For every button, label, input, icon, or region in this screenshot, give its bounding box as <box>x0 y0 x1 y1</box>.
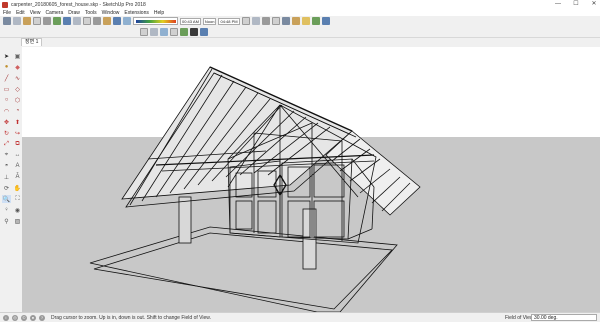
zoom-extents-icon[interactable]: ⛶ <box>13 195 22 203</box>
eraser-icon[interactable] <box>13 17 21 25</box>
title-bar: carpenter_20180605_forest_house.skp - Sk… <box>0 0 600 9</box>
intersect-icon[interactable] <box>251 17 260 25</box>
circle-icon[interactable]: ○ <box>2 96 11 104</box>
offset-tool-icon[interactable]: ⧉ <box>13 140 22 148</box>
model-viewport[interactable] <box>22 47 600 312</box>
protractor-icon[interactable]: ◓ <box>2 162 11 170</box>
rotate-icon[interactable] <box>73 17 81 25</box>
maximize-button[interactable]: ☐ <box>572 0 580 9</box>
tape-measure-icon[interactable] <box>93 17 101 25</box>
offset-icon[interactable] <box>83 17 91 25</box>
warehouse-icon[interactable] <box>291 17 300 25</box>
push-pull-icon[interactable] <box>53 17 61 25</box>
menu-draw[interactable]: Draw <box>68 10 80 16</box>
3d-text-icon[interactable]: Ā <box>13 173 22 181</box>
status-bar: i ◎ © ● ? Drag cursor to zoom. Up is in,… <box>0 312 600 322</box>
menu-help[interactable]: Help <box>154 10 164 16</box>
scale-icon[interactable]: ⤢ <box>2 140 11 148</box>
rectangle-icon[interactable] <box>33 17 41 25</box>
shadows-icon[interactable] <box>123 17 131 25</box>
shadow-time-slider[interactable] <box>133 17 178 25</box>
close-button[interactable]: ✕ <box>590 0 598 9</box>
text-tool-icon[interactable]: A <box>13 162 22 170</box>
union-icon[interactable] <box>261 17 270 25</box>
sandbox-icon[interactable] <box>241 17 250 25</box>
orbit-tool-icon[interactable]: ⟳ <box>2 184 11 192</box>
help-icon[interactable]: ? <box>39 314 45 321</box>
window-title: carpenter_20180605_forest_house.skp - Sk… <box>11 1 146 8</box>
zoom-icon[interactable]: 🔍 <box>2 195 11 203</box>
trim-icon[interactable] <box>281 17 290 25</box>
monochrome-icon[interactable] <box>200 28 208 36</box>
shadow-gradient <box>136 20 176 23</box>
menu-extensions[interactable]: Extensions <box>124 10 148 16</box>
menu-edit[interactable]: Edit <box>16 10 25 16</box>
geo-location-icon[interactable]: ◎ <box>12 314 18 321</box>
orbit-icon[interactable] <box>113 17 121 25</box>
select-tool-icon[interactable] <box>3 17 11 25</box>
dimension-icon[interactable]: ↔ <box>13 151 22 159</box>
rectangle-tool-icon[interactable]: ▭ <box>2 85 11 93</box>
rotated-rectangle-icon[interactable]: ◇ <box>13 85 22 93</box>
house-wireframe-model <box>89 66 421 312</box>
measurements-input[interactable]: 30.00 deg. <box>531 314 597 321</box>
paint-icon[interactable]: ● <box>2 63 11 71</box>
main-toolbar: 00:43 AM Noon 04:48 PM <box>0 16 600 38</box>
menu-window[interactable]: Window <box>102 10 120 16</box>
back-edges-icon[interactable] <box>150 28 158 36</box>
scene-tab[interactable]: 장면 1 <box>21 38 43 46</box>
menu-view[interactable]: View <box>30 10 41 16</box>
walk-icon[interactable]: ⚲ <box>2 217 11 225</box>
extension-manager-icon[interactable] <box>321 17 330 25</box>
move-tool-icon[interactable]: ✥ <box>2 118 11 126</box>
tape-icon[interactable]: ⌖ <box>2 151 11 159</box>
user-icon[interactable]: ● <box>30 314 36 321</box>
axes-icon[interactable]: ⊥ <box>2 173 11 181</box>
sketchup-app-icon <box>2 1 8 8</box>
status-hint: Drag cursor to zoom. Up is in, down is o… <box>51 314 211 321</box>
minimize-button[interactable]: — <box>554 0 562 9</box>
text-icon[interactable] <box>103 17 111 25</box>
move-icon[interactable] <box>63 17 71 25</box>
pie-icon[interactable]: ◔ <box>13 107 22 115</box>
shaded-icon[interactable] <box>180 28 188 36</box>
hidden-line-icon[interactable] <box>170 28 178 36</box>
freehand-icon[interactable]: ∿ <box>13 74 22 82</box>
menu-bar: File Edit View Camera Draw Tools Window … <box>0 9 600 16</box>
subtract-icon[interactable] <box>271 17 280 25</box>
pan-icon[interactable]: ✋ <box>13 184 22 192</box>
polygon-icon[interactable]: ⬡ <box>13 96 22 104</box>
select-arrow-icon[interactable]: ➤ <box>2 52 11 60</box>
make-component-icon[interactable]: ▣ <box>13 52 22 60</box>
section-plane-icon[interactable]: ▨ <box>13 217 22 225</box>
paint-bucket-icon[interactable] <box>23 17 31 25</box>
window-controls: — ☐ ✕ <box>554 0 598 9</box>
shadow-time-start: 00:43 AM <box>180 17 201 25</box>
toolbar-row-1: 00:43 AM Noon 04:48 PM <box>3 17 330 25</box>
extension-warehouse-icon[interactable] <box>301 17 310 25</box>
xray-icon[interactable] <box>140 28 148 36</box>
line-tool-icon[interactable]: ╱ <box>2 74 11 82</box>
shadow-time-mid: Noon <box>202 17 217 25</box>
menu-file[interactable]: File <box>3 10 11 16</box>
look-around-icon[interactable]: ◉ <box>13 206 22 214</box>
layout-icon[interactable] <box>311 17 320 25</box>
follow-me-icon[interactable]: ↪ <box>13 129 22 137</box>
menu-tools[interactable]: Tools <box>85 10 97 16</box>
position-camera-icon[interactable]: ♀ <box>2 206 11 214</box>
rotate-tool-icon[interactable]: ↻ <box>2 129 11 137</box>
shaded-textures-icon[interactable] <box>190 28 198 36</box>
arc-icon[interactable]: ◠ <box>2 107 11 115</box>
wireframe-icon[interactable] <box>160 28 168 36</box>
push-pull-tool-icon[interactable]: ⬆ <box>13 118 22 126</box>
info-icon[interactable]: i <box>3 314 9 321</box>
credits-icon[interactable]: © <box>21 314 27 321</box>
line-icon[interactable] <box>43 17 51 25</box>
measurements-label: Field of View <box>505 315 534 321</box>
eraser-tool-icon[interactable]: ◆ <box>13 63 22 71</box>
left-toolbar: ➤ ▣ ● ◆ ╱ ∿ ▭ ◇ ○ ⬡ ◠ ◔ ✥ ⬆ ↻ ↪ ⤢ ⧉ ⌖ ↔ … <box>0 47 22 311</box>
toolbar-row-2 <box>140 28 208 36</box>
menu-camera[interactable]: Camera <box>45 10 63 16</box>
shadow-time-end: 04:48 PM <box>218 17 240 25</box>
